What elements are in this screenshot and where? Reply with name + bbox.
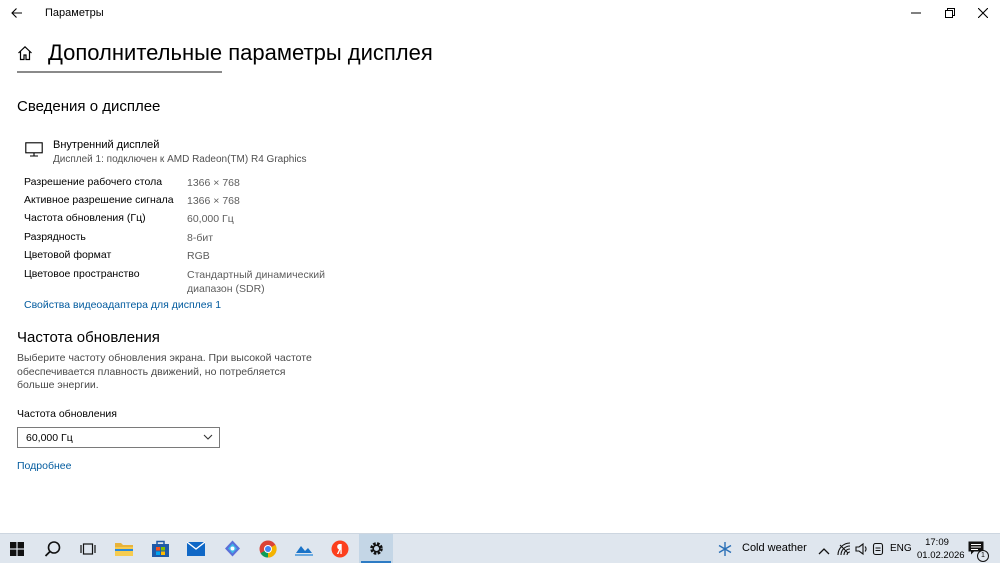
display-info-heading: Сведения о дисплее xyxy=(17,98,161,115)
show-hidden-icons-button[interactable] xyxy=(818,543,830,561)
task-view-button[interactable] xyxy=(71,534,105,563)
info-key: Разрешение рабочего стола xyxy=(24,176,163,188)
start-button[interactable] xyxy=(0,534,34,563)
monitor-icon xyxy=(25,142,43,162)
restore-button[interactable] xyxy=(933,0,967,26)
close-icon xyxy=(978,8,988,18)
file-explorer-icon xyxy=(115,543,133,556)
clock-date[interactable]: 01.02.2026 xyxy=(917,550,965,561)
refresh-rate-description: Выберите частоту обновления экрана. При … xyxy=(17,352,312,392)
notification-count-badge: 1 xyxy=(977,550,989,562)
refresh-rate-label: Частота обновления xyxy=(17,408,117,420)
photos-icon xyxy=(295,545,313,556)
chrome-icon xyxy=(259,540,277,558)
info-value: 60,000 Гц xyxy=(187,213,234,225)
battery-icon[interactable] xyxy=(872,542,884,561)
info-key: Разрядность xyxy=(24,231,86,243)
notification-center-button[interactable]: 1 xyxy=(968,541,989,562)
close-button[interactable] xyxy=(966,0,1000,26)
refresh-rate-dropdown[interactable]: 60,000 Гц xyxy=(17,427,220,448)
search-button[interactable] xyxy=(36,534,70,563)
network-icon[interactable] xyxy=(837,542,851,561)
info-value: 1366 × 768 xyxy=(187,177,240,189)
language-indicator[interactable]: ENG xyxy=(890,543,912,554)
settings-icon xyxy=(369,542,383,555)
search-icon xyxy=(44,540,61,557)
info-key: Цветовое пространство xyxy=(24,268,140,280)
arrow-left-icon xyxy=(11,8,22,18)
windows-start-icon xyxy=(10,541,24,556)
microsoft-store-button[interactable] xyxy=(143,534,177,563)
title-bar: Параметры xyxy=(0,0,1000,26)
weather-text[interactable]: Cold weather xyxy=(742,542,807,554)
back-button[interactable] xyxy=(0,0,34,26)
minimize-icon xyxy=(911,12,921,14)
chrome-button[interactable] xyxy=(251,534,285,563)
adapter-properties-link[interactable]: Свойства видеоадаптера для дисплея 1 xyxy=(24,299,221,311)
copilot-button[interactable] xyxy=(215,534,249,563)
info-value: 8-бит xyxy=(187,232,214,244)
page-title: Дополнительные параметры дисплея xyxy=(48,40,433,65)
yandex-browser-icon xyxy=(331,540,349,557)
mail-icon xyxy=(187,541,205,556)
minimize-button[interactable] xyxy=(899,0,933,26)
info-value: Стандартный динамический диапазон (SDR) xyxy=(187,269,326,295)
home-icon xyxy=(18,45,32,61)
display-subtitle: Дисплей 1: подключен к AMD Radeon(TM) R4… xyxy=(53,154,307,165)
mail-button[interactable] xyxy=(179,534,213,563)
file-explorer-button[interactable] xyxy=(107,534,141,563)
restore-icon xyxy=(945,8,955,18)
microsoft-store-icon xyxy=(151,540,169,557)
volume-icon[interactable] xyxy=(855,542,869,561)
refresh-rate-selected-value: 60,000 Гц xyxy=(26,432,73,444)
clock-time[interactable]: 17:09 xyxy=(917,537,957,548)
photos-button[interactable] xyxy=(287,534,321,563)
title-underline xyxy=(17,71,222,73)
taskbar: Cold weather ENG 17:09 01.02.2026 1 xyxy=(0,533,1000,563)
task-view-icon xyxy=(80,542,96,555)
chevron-up-icon xyxy=(818,548,830,555)
info-value: RGB xyxy=(187,250,210,262)
settings-taskbar-button[interactable] xyxy=(359,534,393,563)
yandex-browser-button[interactable] xyxy=(323,534,357,563)
info-key: Цветовой формат xyxy=(24,249,112,261)
info-value: 1366 × 768 xyxy=(187,195,240,207)
chevron-down-icon xyxy=(203,434,213,440)
learn-more-link[interactable]: Подробнее xyxy=(17,460,71,472)
info-key: Активное разрешение сигнала xyxy=(24,194,174,206)
window-title: Параметры xyxy=(45,7,104,19)
copilot-icon xyxy=(224,540,240,557)
weather-icon xyxy=(717,541,733,562)
refresh-rate-heading: Частота обновления xyxy=(17,329,160,346)
display-name: Внутренний дисплей xyxy=(53,139,160,151)
info-key: Частота обновления (Гц) xyxy=(24,212,146,224)
home-button[interactable] xyxy=(17,45,33,61)
